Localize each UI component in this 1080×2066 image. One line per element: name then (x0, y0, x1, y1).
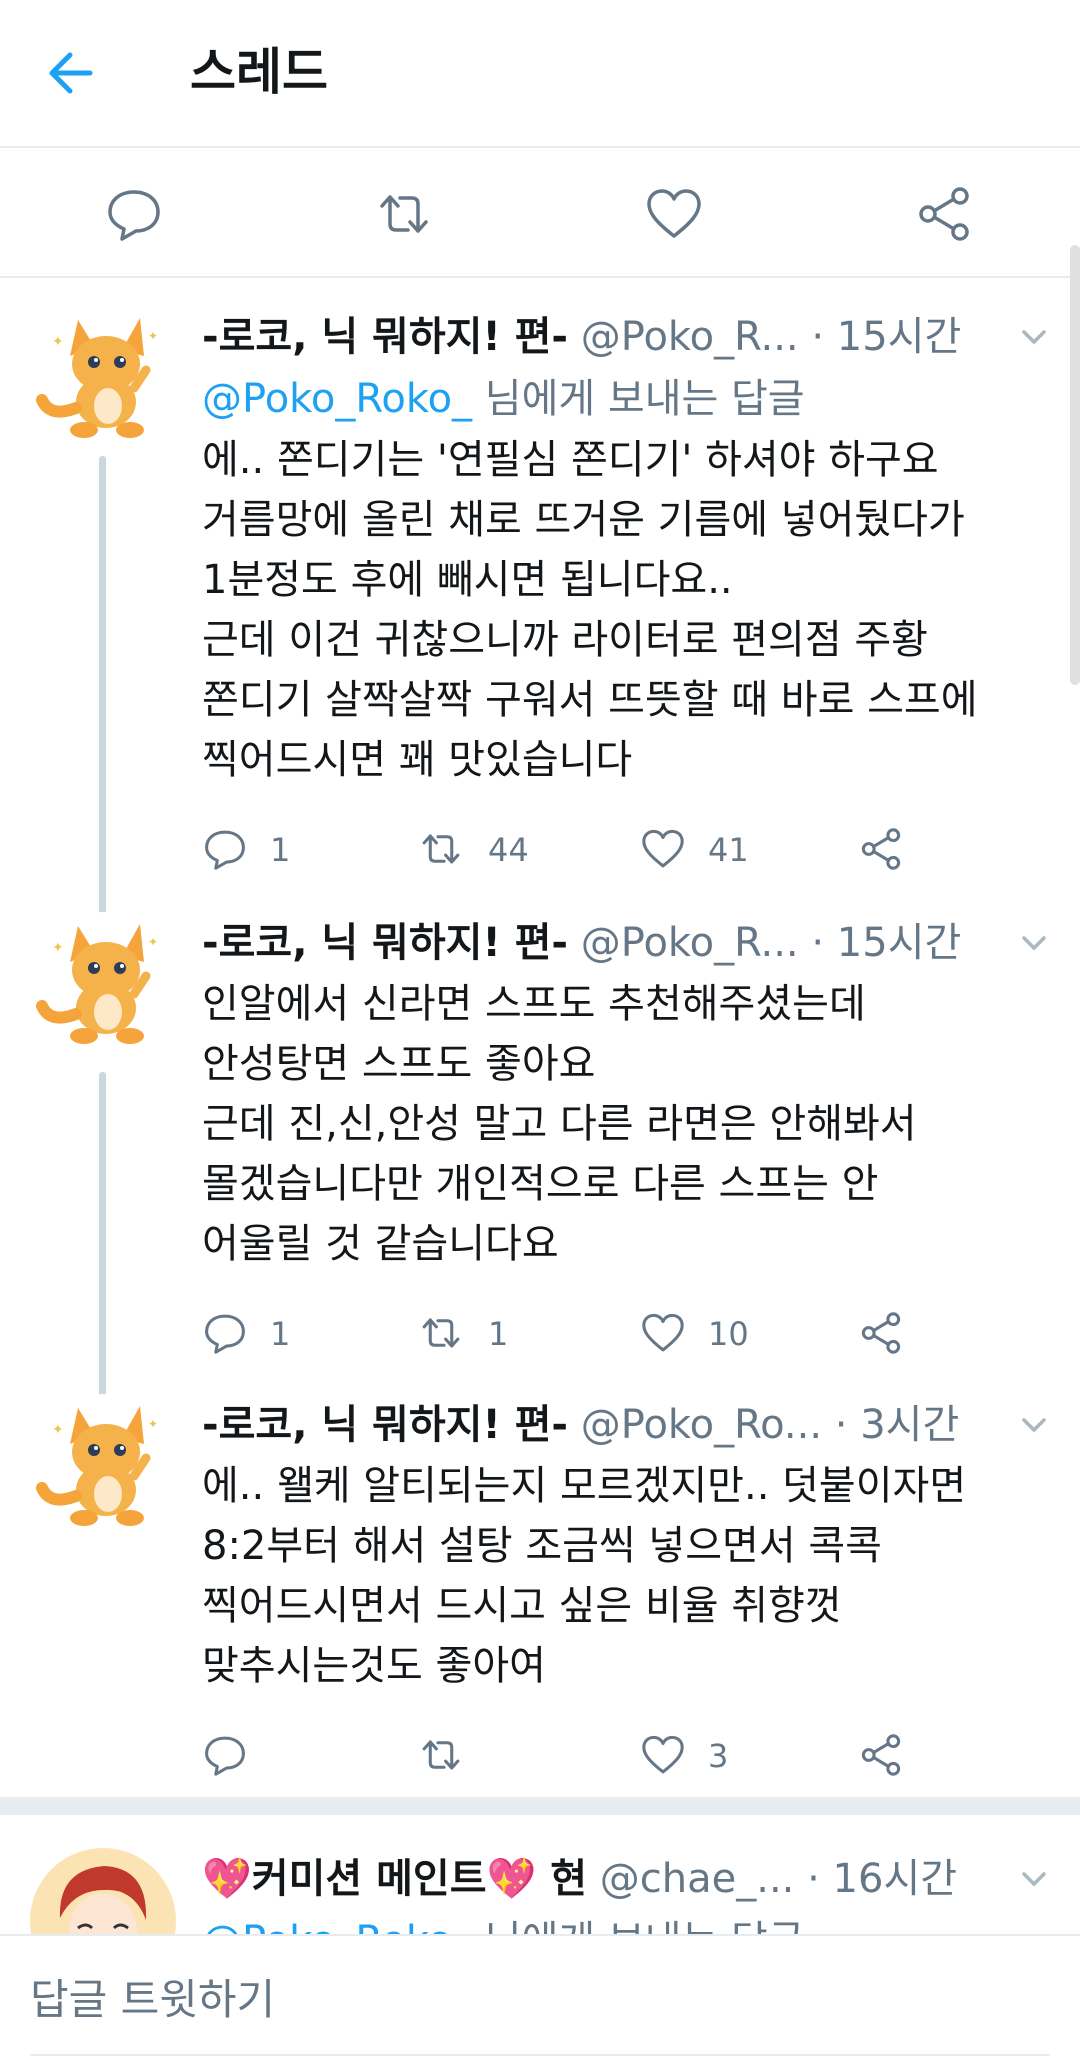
tweet-content: -로코, 닉 뭐하지! 편- @Poko_R... · 15시간 인알에서 신라… (202, 912, 1046, 1372)
timestamp: 15시간 (836, 920, 962, 966)
share-icon (919, 187, 969, 241)
tweet-header: -로코, 닉 뭐하지! 편- @Poko_R... · 15시간 (202, 912, 1046, 974)
fox-avatar-icon: ✦ ✦ (30, 1394, 176, 1540)
tweet-header: -로코, 닉 뭐하지! 편- @Poko_R... · 15시간 (202, 306, 1046, 368)
retweet-icon[interactable] (418, 1310, 464, 1356)
display-name[interactable]: -로코, 닉 뭐하지! 편- (202, 920, 568, 966)
share-icon[interactable] (858, 1310, 904, 1356)
svg-text:✦: ✦ (52, 940, 64, 956)
tweet-header: 💖커미션 메인트💖 현 @chae_... · 16시간 (202, 1848, 1046, 1910)
share-icon[interactable] (858, 1732, 904, 1778)
separator-dot: · (811, 920, 825, 966)
reply-to-suffix: 님에게 보내는 답글 (472, 376, 805, 422)
avatar[interactable]: ✦ ✦ (30, 1394, 176, 1540)
tweet-content: -로코, 닉 뭐하지! 편- @Poko_R... · 15시간 @Poko_R… (202, 306, 1046, 888)
mention-link[interactable]: @Poko_Roko_ (202, 376, 472, 422)
fox-avatar-icon: ✦ ✦ (30, 912, 176, 1058)
timestamp: 3시간 (860, 1402, 960, 1448)
share-button[interactable] (914, 184, 974, 244)
chevron-down-icon[interactable] (1020, 1414, 1048, 1436)
separator-dot: · (807, 1856, 820, 1902)
tweet-actions: 1 44 41 (202, 818, 1042, 888)
share-icon[interactable] (858, 826, 904, 872)
divider (30, 146, 1050, 148)
thread-connector (99, 456, 106, 916)
retweet-button[interactable] (374, 184, 434, 244)
chevron-down-icon[interactable] (1020, 932, 1048, 954)
reply-to-line: @Poko_Roko_ 님에게 보내는 답글 (202, 1910, 1042, 1934)
avatar[interactable] (30, 1848, 176, 1934)
tweet[interactable]: 💖커미션 메인트💖 현 @chae_... · 16시간 @Poko_Roko_… (0, 1848, 1080, 1934)
tweet-actions: 3 (202, 1724, 1042, 1794)
retweet-count: 44 (488, 831, 529, 869)
tweet-content: -로코, 닉 뭐하지! 편- @Poko_Ro... · 3시간 에.. 왤케 … (202, 1394, 1046, 1794)
main-tweet-action-bar (0, 150, 1080, 278)
svg-text:✦: ✦ (148, 1417, 158, 1431)
tweet-content: 💖커미션 메인트💖 현 @chae_... · 16시간 @Poko_Roko_… (202, 1848, 1046, 1934)
user-handle[interactable]: @Poko_Ro... (581, 1402, 822, 1448)
svg-text:✦: ✦ (148, 935, 158, 949)
tweet-header: -로코, 닉 뭐하지! 편- @Poko_Ro... · 3시간 (202, 1394, 1046, 1456)
tweet-text: 에.. 쫀디기는 '연필심 쫀디기' 하셔야 하구요 거름망에 올린 채로 뜨거… (202, 437, 978, 783)
avatar[interactable]: ✦ ✦ (30, 912, 176, 1058)
thread-connector (99, 1072, 106, 1402)
reply-icon (108, 190, 160, 241)
retweet-count: 1 (488, 1315, 509, 1353)
reply-icon[interactable] (202, 1732, 248, 1778)
display-name[interactable]: 💖커미션 메인트💖 현 (202, 1856, 587, 1902)
like-count: 41 (708, 831, 749, 869)
user-handle[interactable]: @Poko_R... (581, 920, 799, 966)
reply-count: 1 (270, 1315, 291, 1353)
thread-divider (0, 1797, 1080, 1815)
timestamp: 16시간 (832, 1856, 958, 1902)
fox-avatar-icon: ✦ ✦ (30, 306, 176, 452)
input-underline (30, 2054, 1050, 2056)
like-icon[interactable] (640, 826, 686, 872)
tweet-actions: 1 1 10 (202, 1302, 1042, 1372)
svg-text:✦: ✦ (148, 329, 158, 343)
separator-dot: · (834, 1402, 848, 1448)
like-count: 10 (708, 1315, 749, 1353)
reply-button[interactable] (104, 184, 164, 244)
like-count: 3 (708, 1737, 729, 1775)
like-icon[interactable] (640, 1732, 686, 1778)
reply-icon[interactable] (202, 1310, 248, 1356)
reply-input[interactable]: 답글 트윗하기 (30, 1972, 275, 2028)
timestamp: 15시간 (836, 314, 962, 360)
like-icon[interactable] (640, 1310, 686, 1356)
retweet-icon[interactable] (418, 1732, 464, 1778)
scrollbar[interactable] (1070, 245, 1080, 685)
display-name[interactable]: -로코, 닉 뭐하지! 편- (202, 1402, 568, 1448)
reply-to-line: @Poko_Roko_ 님에게 보내는 답글 (202, 368, 1042, 430)
retweet-icon[interactable] (418, 826, 464, 872)
character-avatar-icon (30, 1848, 176, 1934)
tweet-text: 인알에서 신라면 스프도 추천해주셨는데 안성탕면 스프도 좋아요 근데 진,신… (202, 981, 917, 1267)
arrow-left-icon (49, 52, 93, 94)
chevron-down-icon[interactable] (1020, 1868, 1048, 1890)
user-handle[interactable]: @chae_... (600, 1856, 795, 1902)
reply-count: 1 (270, 831, 291, 869)
user-handle[interactable]: @Poko_R... (581, 314, 799, 360)
display-name[interactable]: -로코, 닉 뭐하지! 편- (202, 314, 568, 360)
mention-link[interactable]: @Poko_Roko_ (202, 1918, 472, 1934)
like-icon (647, 189, 701, 238)
avatar[interactable]: ✦ ✦ (30, 306, 176, 452)
separator-dot: · (811, 314, 825, 360)
page-title: 스레드 (190, 43, 328, 101)
reply-to-suffix: 님에게 보내는 답글 (472, 1918, 805, 1934)
reply-compose-bar: 답글 트윗하기 (0, 1934, 1080, 2066)
back-button[interactable] (40, 40, 106, 106)
svg-text:✦: ✦ (52, 1422, 64, 1438)
retweet-icon (380, 195, 428, 233)
chevron-down-icon[interactable] (1020, 326, 1048, 348)
tweet-text: 에.. 왤케 알티되는지 모르겠지만.. 덧붙이자면 8:2부터 해서 설탕 조… (202, 1463, 967, 1689)
top-bar: 스레드 (0, 0, 1080, 148)
reply-icon[interactable] (202, 826, 248, 872)
like-button[interactable] (644, 184, 704, 244)
svg-text:✦: ✦ (52, 334, 64, 350)
